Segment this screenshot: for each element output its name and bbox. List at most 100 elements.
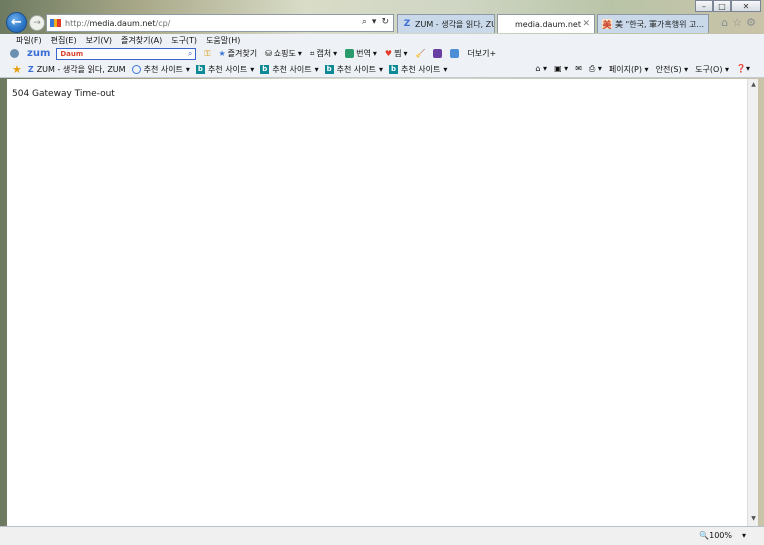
heart-icon: ♥ — [384, 49, 393, 58]
toolbar-capture[interactable]: ⌗ 캡처 ▾ — [310, 48, 337, 59]
url-path: /cp/ — [155, 18, 171, 28]
menu-safety[interactable]: 안전(S) ▾ — [656, 64, 689, 75]
fav-item-recommended[interactable]: b 추천 사이트 ▾ — [195, 64, 254, 75]
toolbar-key[interactable]: ⚿ — [204, 49, 210, 59]
menu-file[interactable]: 파일(F) — [16, 35, 42, 46]
vertical-scrollbar[interactable]: ▲ ▼ — [747, 79, 758, 526]
menu-edit[interactable]: 편집(E) — [51, 35, 77, 46]
back-button[interactable]: ← — [6, 12, 27, 33]
fav-item-recommended[interactable]: b 추천 사이트 ▾ — [389, 64, 447, 75]
chevron-down-icon[interactable]: ▾ — [372, 17, 377, 27]
menu-favorites[interactable]: 즐겨찾기(A) — [121, 35, 162, 46]
refresh-icon[interactable]: ↻ — [381, 17, 389, 27]
toolbar-label: 더보기+ — [467, 49, 497, 58]
key-icon: ⚿ — [204, 48, 211, 58]
forward-arrow-icon: → — [33, 18, 41, 28]
toolbar-label: 번역 — [356, 49, 371, 58]
zum-favicon-icon: Z — [27, 64, 34, 74]
toolbar-app[interactable] — [450, 49, 460, 58]
ie-icon — [131, 64, 141, 74]
tab-label: ZUM - 생각을 읽다, ZU... — [415, 19, 494, 29]
toolbar-translate[interactable]: 번역 ▾ — [345, 48, 377, 59]
zoom-value: 100% — [709, 531, 732, 540]
toolbar-book[interactable] — [433, 49, 443, 58]
menu-help[interactable]: 도움말(H) — [206, 35, 240, 46]
home-icon[interactable]: ⌂ — [721, 16, 728, 29]
fav-item-recommended[interactable]: b 추천 사이트 ▾ — [324, 64, 383, 75]
address-tools: ⌕ ▾ ↻ — [362, 17, 389, 27]
toolbar-label: 캡처 — [316, 49, 332, 58]
translate-icon — [345, 49, 355, 58]
gear-icon[interactable]: ⚙ — [746, 16, 756, 29]
toolbar-label: 즐겨찾기 — [227, 49, 258, 58]
daum-brand-tag[interactable]: Daum — [60, 50, 83, 58]
zum-favicon-icon: Z — [403, 19, 411, 29]
toolbar-like[interactable]: ♥ 찜 ▾ — [385, 48, 408, 59]
shopping-icon: ⛁ — [265, 49, 272, 58]
scroll-up-icon[interactable]: ▲ — [749, 81, 758, 90]
favorites-star-icon[interactable]: ☆ — [732, 16, 742, 29]
bing-icon: b — [195, 64, 205, 74]
fav-label: ZUM - 생각을 읽다, ZUM — [36, 64, 126, 74]
chevron-down-icon[interactable]: ▾ — [742, 531, 746, 540]
site-favicon-icon — [50, 19, 62, 27]
command-bar: ⌂ ▾ ▣ ▾ ✉ ⎙ ▾ 페이지(P) ▾ 안전(S) ▾ 도구(O) ▾ ❓… — [535, 64, 750, 75]
url-text[interactable]: http://media.daum.net/cp/ — [65, 19, 170, 28]
tab-label: 美 "한국, 軍가혹행위 고... — [615, 19, 704, 29]
fav-label: 추천 사이트 — [207, 64, 248, 74]
zoom-control[interactable]: 🔍100% ▾ — [699, 531, 746, 540]
error-message: 504 Gateway Time-out — [12, 89, 115, 99]
browser-right-icons: ⌂ ☆ ⚙ — [721, 16, 756, 29]
help-icon[interactable]: ❓▾ — [736, 64, 750, 75]
back-arrow-icon: ← — [11, 15, 22, 30]
favorites-star-icon[interactable]: ★ — [12, 63, 22, 76]
print-icon[interactable]: ⎙ ▾ — [589, 64, 602, 75]
search-icon[interactable]: ⌕ — [188, 49, 192, 59]
menu-view[interactable]: 보기(V) — [86, 35, 112, 46]
toolbar-broom[interactable]: 🧹 — [415, 49, 425, 58]
tab-zum[interactable]: Z ZUM - 생각을 읽다, ZU... — [397, 14, 495, 33]
menu-bar: 파일(F) 편집(E) 보기(V) 즐겨찾기(A) 도구(T) 도움말(H) — [0, 34, 764, 46]
fav-item-recommended[interactable]: b 추천 사이트 ▾ — [260, 64, 319, 75]
menu-page[interactable]: 페이지(P) ▾ — [609, 64, 649, 75]
status-bar: 🔍100% ▾ — [0, 526, 764, 545]
app-icon — [450, 49, 460, 58]
toolbar-label: 찜 — [394, 49, 402, 58]
toolbar-shopping[interactable]: ⛁ 쇼핑도 ▾ — [265, 48, 302, 59]
toolbar-more[interactable]: 더보기+ — [467, 48, 496, 59]
tab-label: media.daum.net — [515, 19, 581, 29]
fav-label: 추천 사이트 — [143, 64, 183, 74]
close-tab-icon[interactable]: ✕ — [582, 19, 590, 29]
home-icon[interactable]: ⌂ ▾ — [535, 64, 547, 75]
mail-icon[interactable]: ✉ — [575, 64, 582, 75]
bing-icon: b — [260, 64, 270, 74]
zum-logo[interactable]: zum — [27, 48, 50, 59]
tab-media-daum[interactable]: media.daum.net ✕ — [497, 14, 595, 33]
search-icon[interactable]: ⌕ — [362, 17, 367, 27]
forward-button[interactable]: → — [29, 15, 45, 31]
feeds-icon[interactable]: ▣ ▾ — [554, 64, 568, 75]
fav-item-zum[interactable]: Z ZUM - 생각을 읽다, ZUM — [28, 64, 126, 75]
toolbar-label: 쇼핑도 — [273, 49, 296, 58]
fav-label: 추천 사이트 — [272, 64, 312, 74]
toolbar-favorites[interactable]: ★ 즐겨찾기 — [218, 48, 257, 59]
book-icon — [433, 49, 443, 58]
url-domain: media.daum.net — [89, 18, 156, 28]
browser-window: – □ ✕ ← → http://media.daum.net/cp/ ⌕ ▾ … — [0, 0, 764, 545]
scroll-down-icon[interactable]: ▼ — [749, 515, 758, 524]
fav-label: 추천 사이트 — [401, 64, 441, 74]
address-bar[interactable]: http://media.daum.net/cp/ ⌕ ▾ ↻ — [46, 14, 394, 32]
daum-favicon-icon — [502, 21, 512, 28]
menu-tools-cmd[interactable]: 도구(O) ▾ — [695, 64, 729, 75]
zoom-icon: 🔍 — [699, 531, 710, 540]
capture-icon: ⌗ — [309, 48, 315, 58]
menu-tools[interactable]: 도구(T) — [171, 35, 197, 46]
bing-icon: b — [389, 64, 399, 74]
zum-search-input[interactable]: Daum ⌕ — [56, 47, 197, 60]
fav-label: 추천 사이트 — [336, 64, 376, 74]
toolbar-menu-icon[interactable] — [10, 49, 19, 58]
fav-item-recommended[interactable]: 추천 사이트 ▾ — [131, 64, 190, 75]
zum-toolbar: zum Daum ⌕ ⚿ ★ 즐겨찾기 ⛁ 쇼핑도 ▾ ⌗ 캡처 ▾ 번역 ▾ ♥ 찜 … — [0, 46, 764, 61]
tab-news[interactable]: 美 美 "한국, 軍가혹행위 고... — [597, 14, 709, 33]
zoom-level[interactable]: 🔍100% — [699, 531, 732, 540]
